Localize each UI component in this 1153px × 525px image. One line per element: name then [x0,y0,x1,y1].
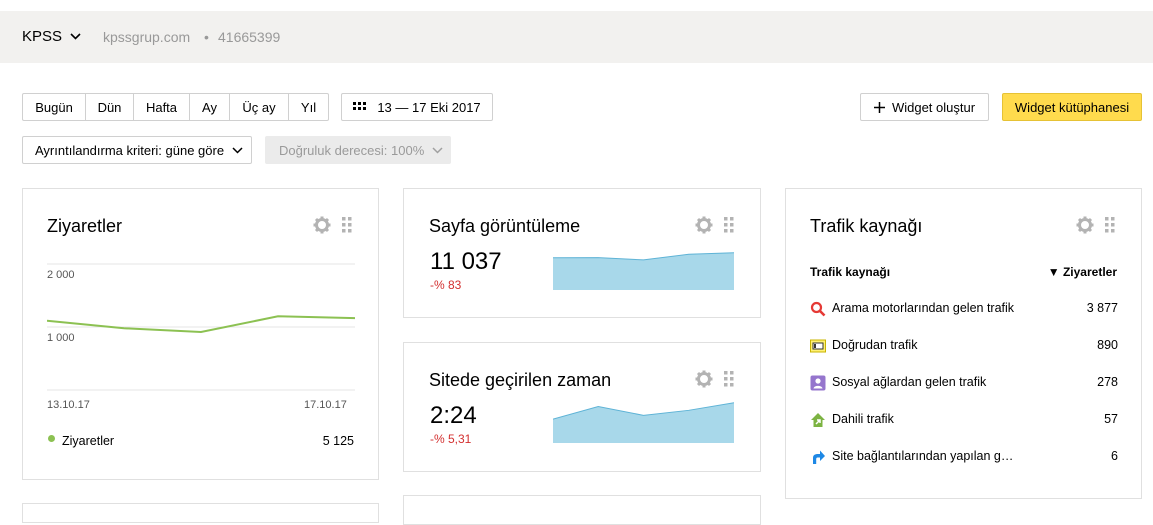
legend-value: 5 125 [322,434,354,448]
detail-select-label: Ayrıntılandırma kriteri: güne göre [35,142,225,158]
widget-library-label: Widget kütüphanesi [1014,99,1130,115]
visits-series-line [47,315,355,334]
period-year-button[interactable]: Yıl [289,94,328,120]
plus-icon [873,101,885,113]
x-tick-label: 13.10.17 [47,399,90,411]
traffic-row[interactable]: Site bağlantılarından yapılan g… 6 [810,447,1118,467]
traffic-row-value: 890 [1097,338,1118,352]
gear-icon[interactable] [695,370,713,388]
social-icon [810,375,826,391]
legend-marker [48,435,55,442]
top-bar: KPSS kpssgrup.com • 41665399 [0,11,1153,63]
date-range-label: 13 — 17 Eki 2017 [377,99,481,115]
time-widget-title: Sitede geçirilen zaman [429,370,612,390]
link-icon [813,450,825,464]
gear-icon[interactable] [695,216,713,234]
traffic-row-value: 278 [1097,375,1118,389]
drag-handle-icon[interactable] [724,371,734,387]
period-month-button[interactable]: Ay [190,94,230,120]
traffic-source-widget: Trafik kaynağı Trafik kaynağı ▼ Ziyaretl… [785,188,1142,499]
visits-widget: Ziyaretler 2 000 1 000 13.10.17 17.10.17… [22,188,379,480]
chevron-down-icon [232,146,243,154]
create-widget-button[interactable]: Widget oluştur [860,93,989,121]
widget-library-button[interactable]: Widget kütüphanesi [1002,93,1142,121]
traffic-row-value: 6 [1111,449,1118,463]
internal-icon [811,413,825,427]
traffic-row-label: Site bağlantılarından yapılan g… [832,449,1014,463]
sparkline-area [553,252,734,290]
traffic-row-label: Arama motorlarından gelen trafik [832,301,1015,315]
time-widget: Sitede geçirilen zaman 2:24 -% 5,31 [403,342,761,472]
traffic-row-value: 57 [1104,412,1118,426]
accuracy-select[interactable]: Doğruluk derecesi: 100% [265,136,451,164]
create-widget-label: Widget oluştur [891,99,976,115]
traffic-row-label: Doğrudan trafik [832,338,918,352]
traffic-row-value: 3 877 [1086,301,1118,315]
traffic-row-label: Dahili trafik [832,412,894,426]
x-tick-label: 17.10.17 [304,399,347,411]
chevron-down-icon [70,33,81,40]
time-value: 2:24 [430,402,477,429]
calendar-icon [353,102,367,110]
time-sparkline [553,402,734,443]
traffic-widget-title: Trafik kaynağı [810,216,923,236]
widget-partial [403,495,761,525]
pageviews-widget-title: Sayfa görüntüleme [429,216,581,236]
gear-icon[interactable] [313,216,331,234]
counter-id: 41665399 [218,29,281,45]
traffic-row[interactable]: Dahili trafik 57 [810,410,1118,430]
widget-partial [22,503,379,523]
period-quarter-button[interactable]: Üç ay [230,94,289,120]
traffic-row[interactable]: Arama motorlarından gelen trafik 3 877 [810,299,1118,319]
traffic-row[interactable]: Doğrudan trafik 890 [810,336,1118,356]
pageviews-value: 11 037 [430,248,502,275]
pageviews-sparkline [553,252,734,290]
pageviews-widget: Sayfa görüntüleme 11 037 -% 83 [403,188,761,318]
drag-handle-icon[interactable] [342,217,352,233]
column-header-source: Trafik kaynağı [810,265,891,279]
drag-handle-icon[interactable] [724,217,734,233]
legend-label: Ziyaretler [62,434,115,448]
column-header-visits[interactable]: ▼ Ziyaretler [1048,265,1117,279]
pageviews-delta: -% 83 [430,278,462,292]
site-selector[interactable]: KPSS [22,28,81,45]
period-today-button[interactable]: Bugün [23,94,86,120]
site-name: KPSS [22,28,63,45]
site-host: kpssgrup.com [103,29,191,45]
visits-widget-title: Ziyaretler [47,216,123,236]
direct-icon [810,339,826,353]
search-icon [810,301,826,317]
detail-select[interactable]: Ayrıntılandırma kriteri: güne göre [22,136,252,164]
accuracy-select-label: Doğruluk derecesi: 100% [279,142,425,158]
traffic-row-label: Sosyal ağlardan gelen trafik [832,375,987,389]
sparkline-area [553,402,734,443]
time-delta: -% 5,31 [430,432,472,446]
period-yesterday-button[interactable]: Dün [86,94,134,120]
gear-icon[interactable] [1076,216,1094,234]
drag-handle-icon[interactable] [1105,217,1115,233]
period-week-button[interactable]: Hafta [134,94,190,120]
period-selector: Bugün Dün Hafta Ay Üç ay Yıl [22,93,329,121]
traffic-row[interactable]: Sosyal ağlardan gelen trafik 278 [810,373,1118,393]
visits-line-chart [47,263,355,391]
date-range-button[interactable]: 13 — 17 Eki 2017 [341,93,493,121]
separator-dot: • [204,29,209,45]
chevron-down-icon [432,146,443,154]
